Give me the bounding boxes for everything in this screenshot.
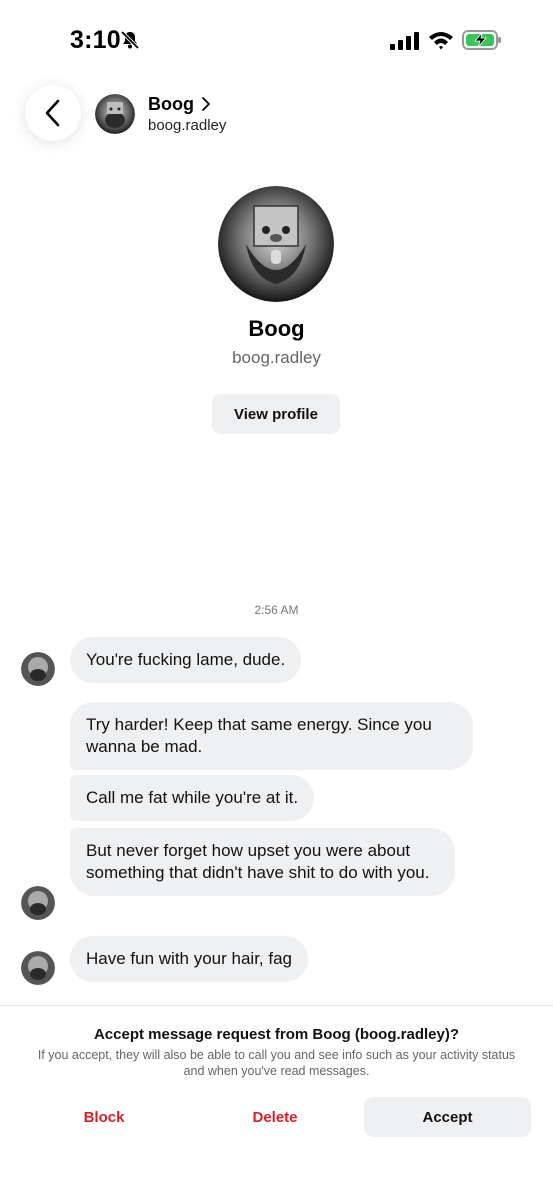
header-avatar[interactable] xyxy=(95,94,135,134)
chevron-right-icon[interactable] xyxy=(200,96,212,112)
status-time: 3:10 xyxy=(70,26,121,54)
profile-avatar[interactable] xyxy=(218,186,334,302)
back-button[interactable] xyxy=(25,85,81,141)
request-title: Accept message request from Boog (boog.r… xyxy=(93,1026,460,1043)
header-username[interactable]: boog.radley xyxy=(148,117,226,134)
chevron-left-icon xyxy=(45,99,60,127)
battery-charging-icon xyxy=(462,30,501,50)
profile-username: boog.radley xyxy=(232,348,321,367)
message-bubble[interactable]: Have fun with your hair, fag xyxy=(70,936,309,982)
sender-avatar[interactable] xyxy=(21,652,55,686)
cellular-signal-icon xyxy=(390,32,419,50)
sender-avatar[interactable] xyxy=(21,886,55,920)
profile-name: Boog xyxy=(248,316,305,341)
message-bubble[interactable]: Try harder! Keep that same energy. Since… xyxy=(70,702,473,770)
message-bubble[interactable]: But never forget how upset you were abou… xyxy=(70,828,455,896)
bell-muted-icon xyxy=(120,30,140,50)
message-bubble[interactable]: You're fucking lame, dude. xyxy=(70,637,302,683)
wifi-icon xyxy=(429,32,453,50)
block-button[interactable]: Block xyxy=(20,1097,188,1137)
delete-button[interactable]: Delete xyxy=(190,1097,360,1137)
divider xyxy=(0,1005,553,1006)
request-description: If you accept, they will also be able to… xyxy=(37,1048,516,1078)
accept-button[interactable]: Accept xyxy=(364,1097,531,1137)
message-bubble[interactable]: Call me fat while you're at it. xyxy=(70,775,315,821)
message-timestamp: 2:56 AM xyxy=(254,603,299,617)
header-name[interactable]: Boog xyxy=(148,94,194,115)
view-profile-button[interactable]: View profile xyxy=(212,394,340,434)
sender-avatar[interactable] xyxy=(21,951,55,985)
